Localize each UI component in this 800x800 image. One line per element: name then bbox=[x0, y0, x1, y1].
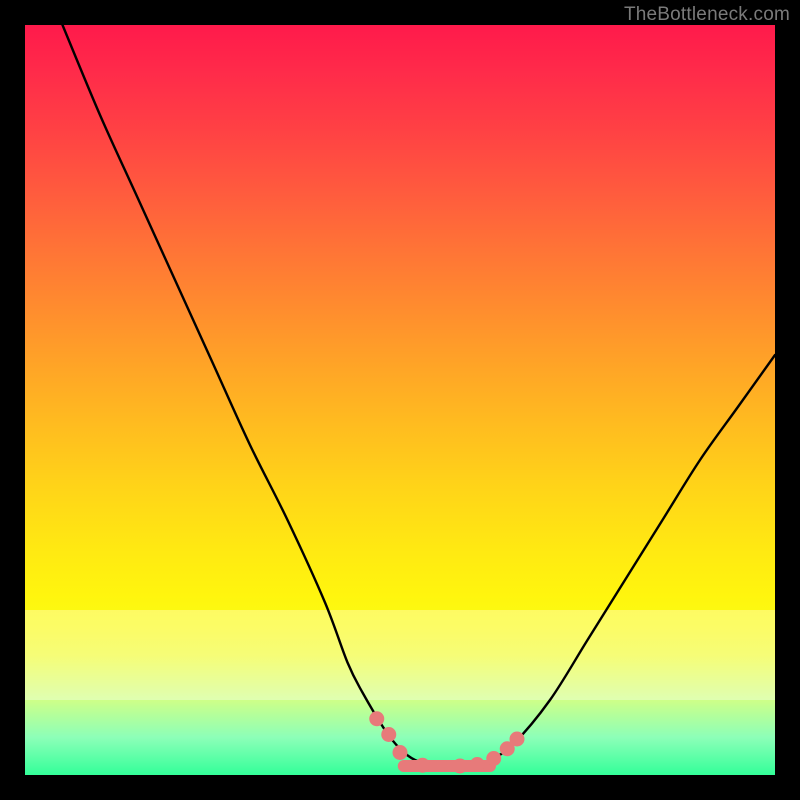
watermark-text: TheBottleneck.com bbox=[624, 4, 790, 26]
highlight-dot bbox=[369, 711, 384, 726]
highlight-dot bbox=[381, 727, 396, 742]
highlight-dot bbox=[393, 745, 408, 760]
highlight-dot bbox=[510, 732, 525, 747]
chart-frame: TheBottleneck.com bbox=[0, 0, 800, 800]
bottleneck-curve bbox=[63, 25, 776, 768]
highlight-dot bbox=[415, 758, 430, 773]
highlight-dot bbox=[486, 751, 501, 766]
plot-area bbox=[25, 25, 775, 775]
highlight-dot bbox=[453, 759, 468, 774]
curve-svg bbox=[25, 25, 775, 775]
highlight-dot bbox=[470, 757, 485, 772]
